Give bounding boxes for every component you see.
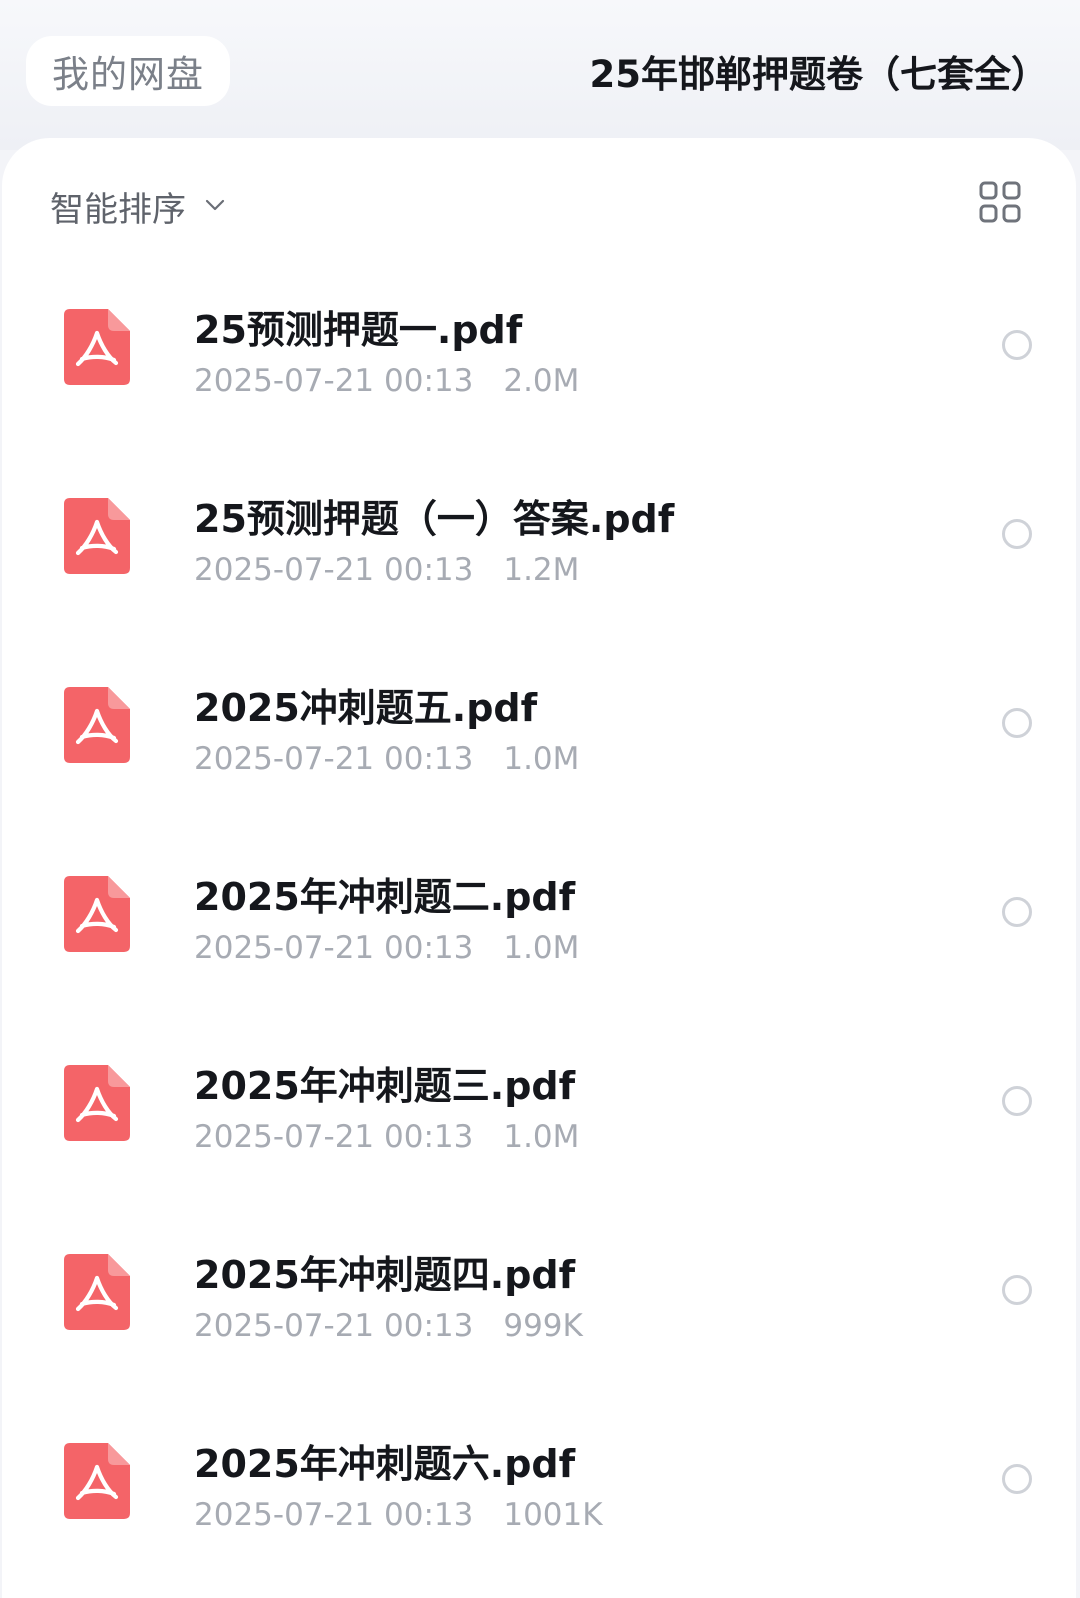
file-name: 25预测押题一.pdf bbox=[194, 308, 523, 352]
file-list: 25预测押题一.pdf 2025-07-21 00:13 2.0M 25预测押题（… bbox=[2, 253, 1076, 1576]
file-name: 25预测押题（一）答案.pdf bbox=[194, 497, 675, 541]
file-date: 2025-07-21 00:13 bbox=[194, 1497, 474, 1533]
pdf-icon bbox=[64, 498, 130, 574]
file-row[interactable]: 2025年冲刺题三.pdf 2025-07-21 00:13 1.0M bbox=[2, 1009, 1076, 1198]
pdf-icon bbox=[64, 1254, 130, 1330]
file-meta: 2025-07-21 00:13 2.0M bbox=[194, 363, 579, 399]
sort-label: 智能排序 bbox=[50, 190, 186, 230]
select-radio[interactable] bbox=[1002, 519, 1032, 549]
file-date: 2025-07-21 00:13 bbox=[194, 1308, 474, 1344]
file-name: 2025年冲刺题二.pdf bbox=[194, 875, 576, 919]
file-panel: 智能排序 25预测押题一.pdf 2025-07-21 00:13 2.0M 2… bbox=[2, 138, 1076, 1598]
select-radio[interactable] bbox=[1002, 330, 1032, 360]
file-size: 1.2M bbox=[503, 552, 580, 588]
file-name: 2025冲刺题五.pdf bbox=[194, 686, 538, 730]
file-size: 2.0M bbox=[503, 363, 580, 399]
file-row[interactable]: 2025冲刺题五.pdf 2025-07-21 00:13 1.0M bbox=[2, 631, 1076, 820]
file-meta: 2025-07-21 00:13 1.0M bbox=[194, 930, 579, 966]
file-meta: 2025-07-21 00:13 1.0M bbox=[194, 741, 579, 777]
breadcrumb-home[interactable]: 我的网盘 bbox=[26, 36, 230, 106]
file-row[interactable]: 25预测押题（一）答案.pdf 2025-07-21 00:13 1.2M bbox=[2, 442, 1076, 631]
select-radio[interactable] bbox=[1002, 708, 1032, 738]
file-meta: 2025-07-21 00:13 999K bbox=[194, 1308, 583, 1344]
file-row[interactable]: 2025年冲刺题四.pdf 2025-07-21 00:13 999K bbox=[2, 1198, 1076, 1387]
file-name: 2025年冲刺题四.pdf bbox=[194, 1253, 576, 1297]
file-date: 2025-07-21 00:13 bbox=[194, 552, 474, 588]
file-row[interactable]: 25预测押题一.pdf 2025-07-21 00:13 2.0M bbox=[2, 253, 1076, 442]
select-radio[interactable] bbox=[1002, 1464, 1032, 1494]
file-name: 2025年冲刺题六.pdf bbox=[194, 1442, 576, 1486]
file-meta: 2025-07-21 00:13 1.0M bbox=[194, 1119, 579, 1155]
file-date: 2025-07-21 00:13 bbox=[194, 1119, 474, 1155]
top-bar: 我的网盘 25年邯郸押题卷（七套全） bbox=[0, 0, 1080, 150]
pdf-icon bbox=[64, 1443, 130, 1519]
file-row[interactable]: 2025年冲刺题六.pdf 2025-07-21 00:13 1001K bbox=[2, 1387, 1076, 1576]
pdf-icon bbox=[64, 687, 130, 763]
pdf-icon bbox=[64, 876, 130, 952]
grid-view-icon[interactable] bbox=[978, 180, 1022, 224]
pdf-icon bbox=[64, 309, 130, 385]
file-name: 2025年冲刺题三.pdf bbox=[194, 1064, 576, 1108]
sort-dropdown[interactable]: 智能排序 bbox=[50, 182, 226, 231]
select-radio[interactable] bbox=[1002, 1086, 1032, 1116]
file-row[interactable]: 2025年冲刺题二.pdf 2025-07-21 00:13 1.0M bbox=[2, 820, 1076, 1009]
chevron-down-icon bbox=[205, 199, 225, 210]
file-meta: 2025-07-21 00:13 1.2M bbox=[194, 552, 579, 588]
select-radio[interactable] bbox=[1002, 1275, 1032, 1305]
select-radio[interactable] bbox=[1002, 897, 1032, 927]
file-meta: 2025-07-21 00:13 1001K bbox=[194, 1497, 603, 1533]
file-size: 999K bbox=[503, 1308, 583, 1344]
file-size: 1.0M bbox=[503, 930, 580, 966]
pdf-icon bbox=[64, 1065, 130, 1141]
file-date: 2025-07-21 00:13 bbox=[194, 741, 474, 777]
file-date: 2025-07-21 00:13 bbox=[194, 930, 474, 966]
file-date: 2025-07-21 00:13 bbox=[194, 363, 474, 399]
file-size: 1.0M bbox=[503, 1119, 580, 1155]
file-size: 1001K bbox=[503, 1497, 603, 1533]
folder-title: 25年邯郸押题卷（七套全） bbox=[589, 53, 1049, 96]
file-size: 1.0M bbox=[503, 741, 580, 777]
